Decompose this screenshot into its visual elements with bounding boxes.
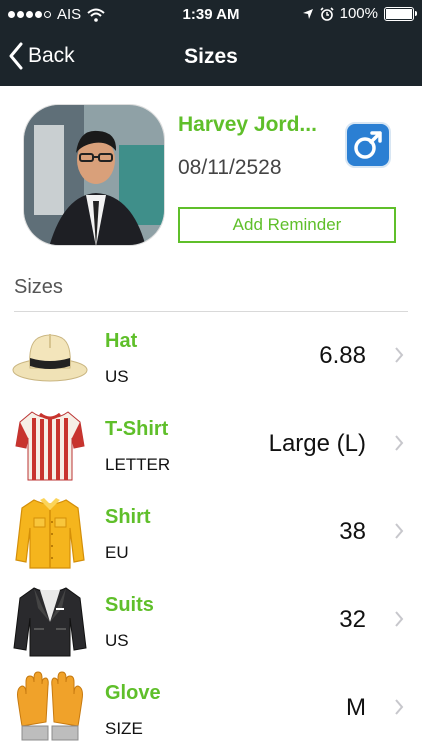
item-label: Hat [105,330,138,352]
item-value: 6.88 [319,342,366,369]
profile-photo[interactable] [23,104,165,246]
gender-button[interactable] [345,122,391,168]
suit-icon [13,587,87,657]
location-arrow-icon [302,8,313,19]
size-row-tshirt[interactable]: T-Shirt LETTER Large (L) [0,400,422,488]
section-title: Sizes [14,276,63,298]
glove-icon [17,671,83,741]
size-row-glove[interactable]: Glove SIZE M [0,664,422,750]
tshirt-icon [15,411,85,481]
chevron-right-icon [395,523,404,539]
item-value: M [346,694,366,721]
chevron-right-icon [395,699,404,715]
item-value: 32 [339,606,366,633]
page-title: Sizes [184,45,238,68]
size-row-shirt[interactable]: Shirt EU 38 [0,488,422,576]
profile-date: 08/11/2528 [178,156,282,179]
chevron-right-icon [395,347,404,363]
item-label: T-Shirt [105,418,169,440]
item-value: 38 [339,518,366,545]
status-bar: AIS 1:39 AM 100% [0,0,422,30]
item-unit: EU [105,543,129,562]
add-reminder-button[interactable]: Add Reminder [178,207,396,243]
profile-name: Harvey Jord... [178,113,317,136]
size-row-hat[interactable]: Hat US 6.88 [0,312,422,400]
shirt-icon [15,498,85,569]
chevron-right-icon [395,611,404,627]
alarm-icon [320,6,334,21]
item-unit: LETTER [105,455,171,474]
battery-percent: 100% [339,5,378,22]
item-label: Suits [105,594,154,616]
battery-icon [384,6,417,21]
item-unit: SIZE [105,719,143,738]
item-label: Shirt [105,506,151,528]
item-unit: US [105,367,129,386]
hat-icon [12,334,88,382]
size-row-suits[interactable]: Suits US 32 [0,576,422,664]
male-symbol-icon [354,131,382,159]
navigation-bar: Back Sizes [0,30,422,86]
item-unit: US [105,631,129,650]
item-label: Glove [105,682,161,704]
item-value: Large (L) [268,430,366,457]
chevron-right-icon [395,435,404,451]
